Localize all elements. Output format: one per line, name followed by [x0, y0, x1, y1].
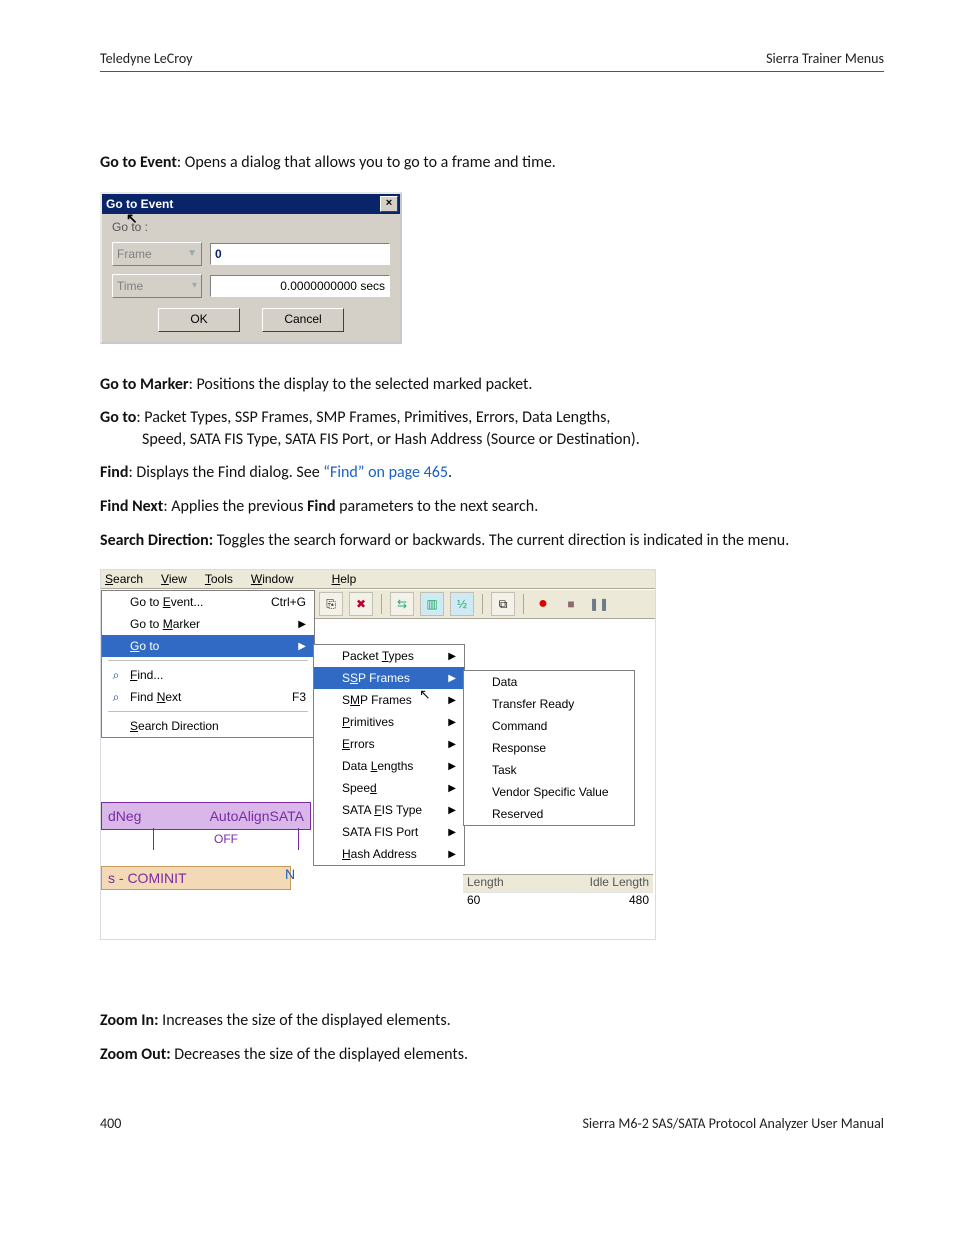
- sub-smp-frames[interactable]: SMP Frames▶: [314, 689, 464, 711]
- stop-icon[interactable]: ■: [560, 593, 582, 615]
- chevron-down-icon: ▼: [187, 248, 197, 259]
- goto-submenu: Packet Types▶ SSP Frames▶ SMP Frames▶ Pr…: [313, 644, 465, 866]
- menu-search[interactable]: Search: [105, 572, 143, 586]
- length-header: LengthIdle Length: [463, 874, 653, 893]
- binoculars-icon: ⌕: [108, 667, 124, 683]
- mi-go-to[interactable]: Go to▶: [102, 635, 314, 657]
- sub-packet-types[interactable]: Packet Types▶: [314, 645, 464, 667]
- ssp-transfer-ready[interactable]: Transfer Ready: [464, 693, 634, 715]
- sub-primitives[interactable]: Primitives▶: [314, 711, 464, 733]
- menu-tools[interactable]: Tools: [205, 572, 233, 586]
- tool-icon-2[interactable]: ✖: [349, 592, 373, 616]
- para-search-direction: Search Direction: Toggles the search for…: [100, 530, 884, 552]
- menu-window[interactable]: Window: [251, 572, 294, 586]
- tool-icon-1[interactable]: ⎘: [319, 592, 343, 616]
- time-field[interactable]: 0.0000000000 secs: [210, 275, 390, 297]
- off-strip: OFF: [153, 828, 299, 850]
- para-go-to-marker: Go to Marker: Positions the display to t…: [100, 374, 884, 396]
- sub-ssp-frames[interactable]: SSP Frames▶: [314, 667, 464, 689]
- search-menu-screenshot: Search View Tools Window Help ⎘ ✖ ⇆ ▥ ½ …: [100, 569, 656, 940]
- toolbar: ⎘ ✖ ⇆ ▥ ½ ⧉ ● ■ ❚❚: [313, 590, 655, 619]
- tool-icon-6[interactable]: ⧉: [491, 592, 515, 616]
- header-left: Teledyne LeCroy: [100, 50, 193, 67]
- mi-search-direction[interactable]: Search Direction: [102, 715, 314, 737]
- frame-field[interactable]: 0: [210, 243, 390, 265]
- ssp-task[interactable]: Task: [464, 759, 634, 781]
- menubar: Search View Tools Window Help: [101, 570, 655, 589]
- ssp-vendor-specific[interactable]: Vendor Specific Value: [464, 781, 634, 803]
- close-icon[interactable]: ×: [380, 196, 398, 212]
- dialog-titlebar[interactable]: Go to Event × ↖: [102, 194, 400, 214]
- mi-go-to-marker[interactable]: Go to Marker▶: [102, 613, 314, 635]
- mi-find[interactable]: ⌕ Find...: [102, 664, 314, 686]
- sub-sata-fis-port[interactable]: SATA FIS Port▶: [314, 821, 464, 843]
- ssp-submenu: Data Transfer Ready Command Response Tas…: [463, 670, 635, 826]
- dneg-strip: dNegAutoAlignSATA: [101, 802, 311, 830]
- tool-icon-3[interactable]: ⇆: [390, 592, 414, 616]
- cominit-strip: s - COMINIT: [101, 866, 291, 890]
- pause-icon[interactable]: ❚❚: [588, 593, 610, 615]
- find-xref-link[interactable]: “Find” on page 465: [323, 463, 448, 482]
- tool-icon-5[interactable]: ½: [450, 592, 474, 616]
- chevron-down-icon: ▾: [192, 280, 197, 291]
- binoculars-next-icon: ⌕: [108, 689, 124, 705]
- go-to-event-dialog: Go to Event × ↖ Go to : Frame▼ 0 Time▾ 0…: [100, 192, 402, 344]
- footer-title: Sierra M6-2 SAS/SATA Protocol Analyzer U…: [582, 1115, 884, 1132]
- tool-icon-4[interactable]: ▥: [420, 592, 444, 616]
- dialog-title: Go to Event: [106, 197, 173, 211]
- menu-view[interactable]: View: [161, 572, 187, 586]
- cursor-icon: ↖: [419, 686, 431, 703]
- ssp-reserved[interactable]: Reserved: [464, 803, 634, 825]
- cancel-button[interactable]: Cancel: [262, 308, 344, 332]
- menu-help[interactable]: Help: [332, 572, 357, 586]
- ssp-response[interactable]: Response: [464, 737, 634, 759]
- cominit-n: N: [285, 866, 295, 882]
- menu-separator: [108, 711, 308, 712]
- menu-separator: [108, 660, 308, 661]
- time-combo[interactable]: Time▾: [112, 274, 202, 298]
- sub-speed[interactable]: Speed▶: [314, 777, 464, 799]
- mi-find-next[interactable]: ⌕ Find NextF3: [102, 686, 314, 708]
- frame-combo[interactable]: Frame▼: [112, 242, 202, 266]
- sub-errors[interactable]: Errors▶: [314, 733, 464, 755]
- para-go-to-event: Go to Event: Opens a dialog that allows …: [100, 152, 884, 174]
- para-zoom-in: Zoom In: Increases the size of the displ…: [100, 1010, 884, 1032]
- search-dropdown: Go to Event...Ctrl+G Go to Marker▶ Go to…: [101, 590, 315, 738]
- goto-label: Go to :: [112, 220, 390, 234]
- ok-button[interactable]: OK: [158, 308, 240, 332]
- header-right: Sierra Trainer Menus: [766, 50, 884, 67]
- length-values: 60480: [463, 892, 653, 913]
- sub-sata-fis-type[interactable]: SATA FIS Type▶: [314, 799, 464, 821]
- page-number: 400: [100, 1115, 121, 1132]
- sub-data-lengths[interactable]: Data Lengths▶: [314, 755, 464, 777]
- ssp-command[interactable]: Command: [464, 715, 634, 737]
- record-icon[interactable]: ●: [532, 593, 554, 615]
- sub-hash-address[interactable]: Hash Address▶: [314, 843, 464, 865]
- mi-go-to-event[interactable]: Go to Event...Ctrl+G: [102, 591, 314, 613]
- ssp-data[interactable]: Data: [464, 671, 634, 693]
- para-go-to: Go to: Packet Types, SSP Frames, SMP Fra…: [100, 407, 884, 450]
- para-zoom-out: Zoom Out: Decreases the size of the disp…: [100, 1044, 884, 1066]
- para-find: Find: Displays the Find dialog. See “Fin…: [100, 462, 884, 484]
- para-find-next: Find Next: Applies the previous Find par…: [100, 496, 884, 518]
